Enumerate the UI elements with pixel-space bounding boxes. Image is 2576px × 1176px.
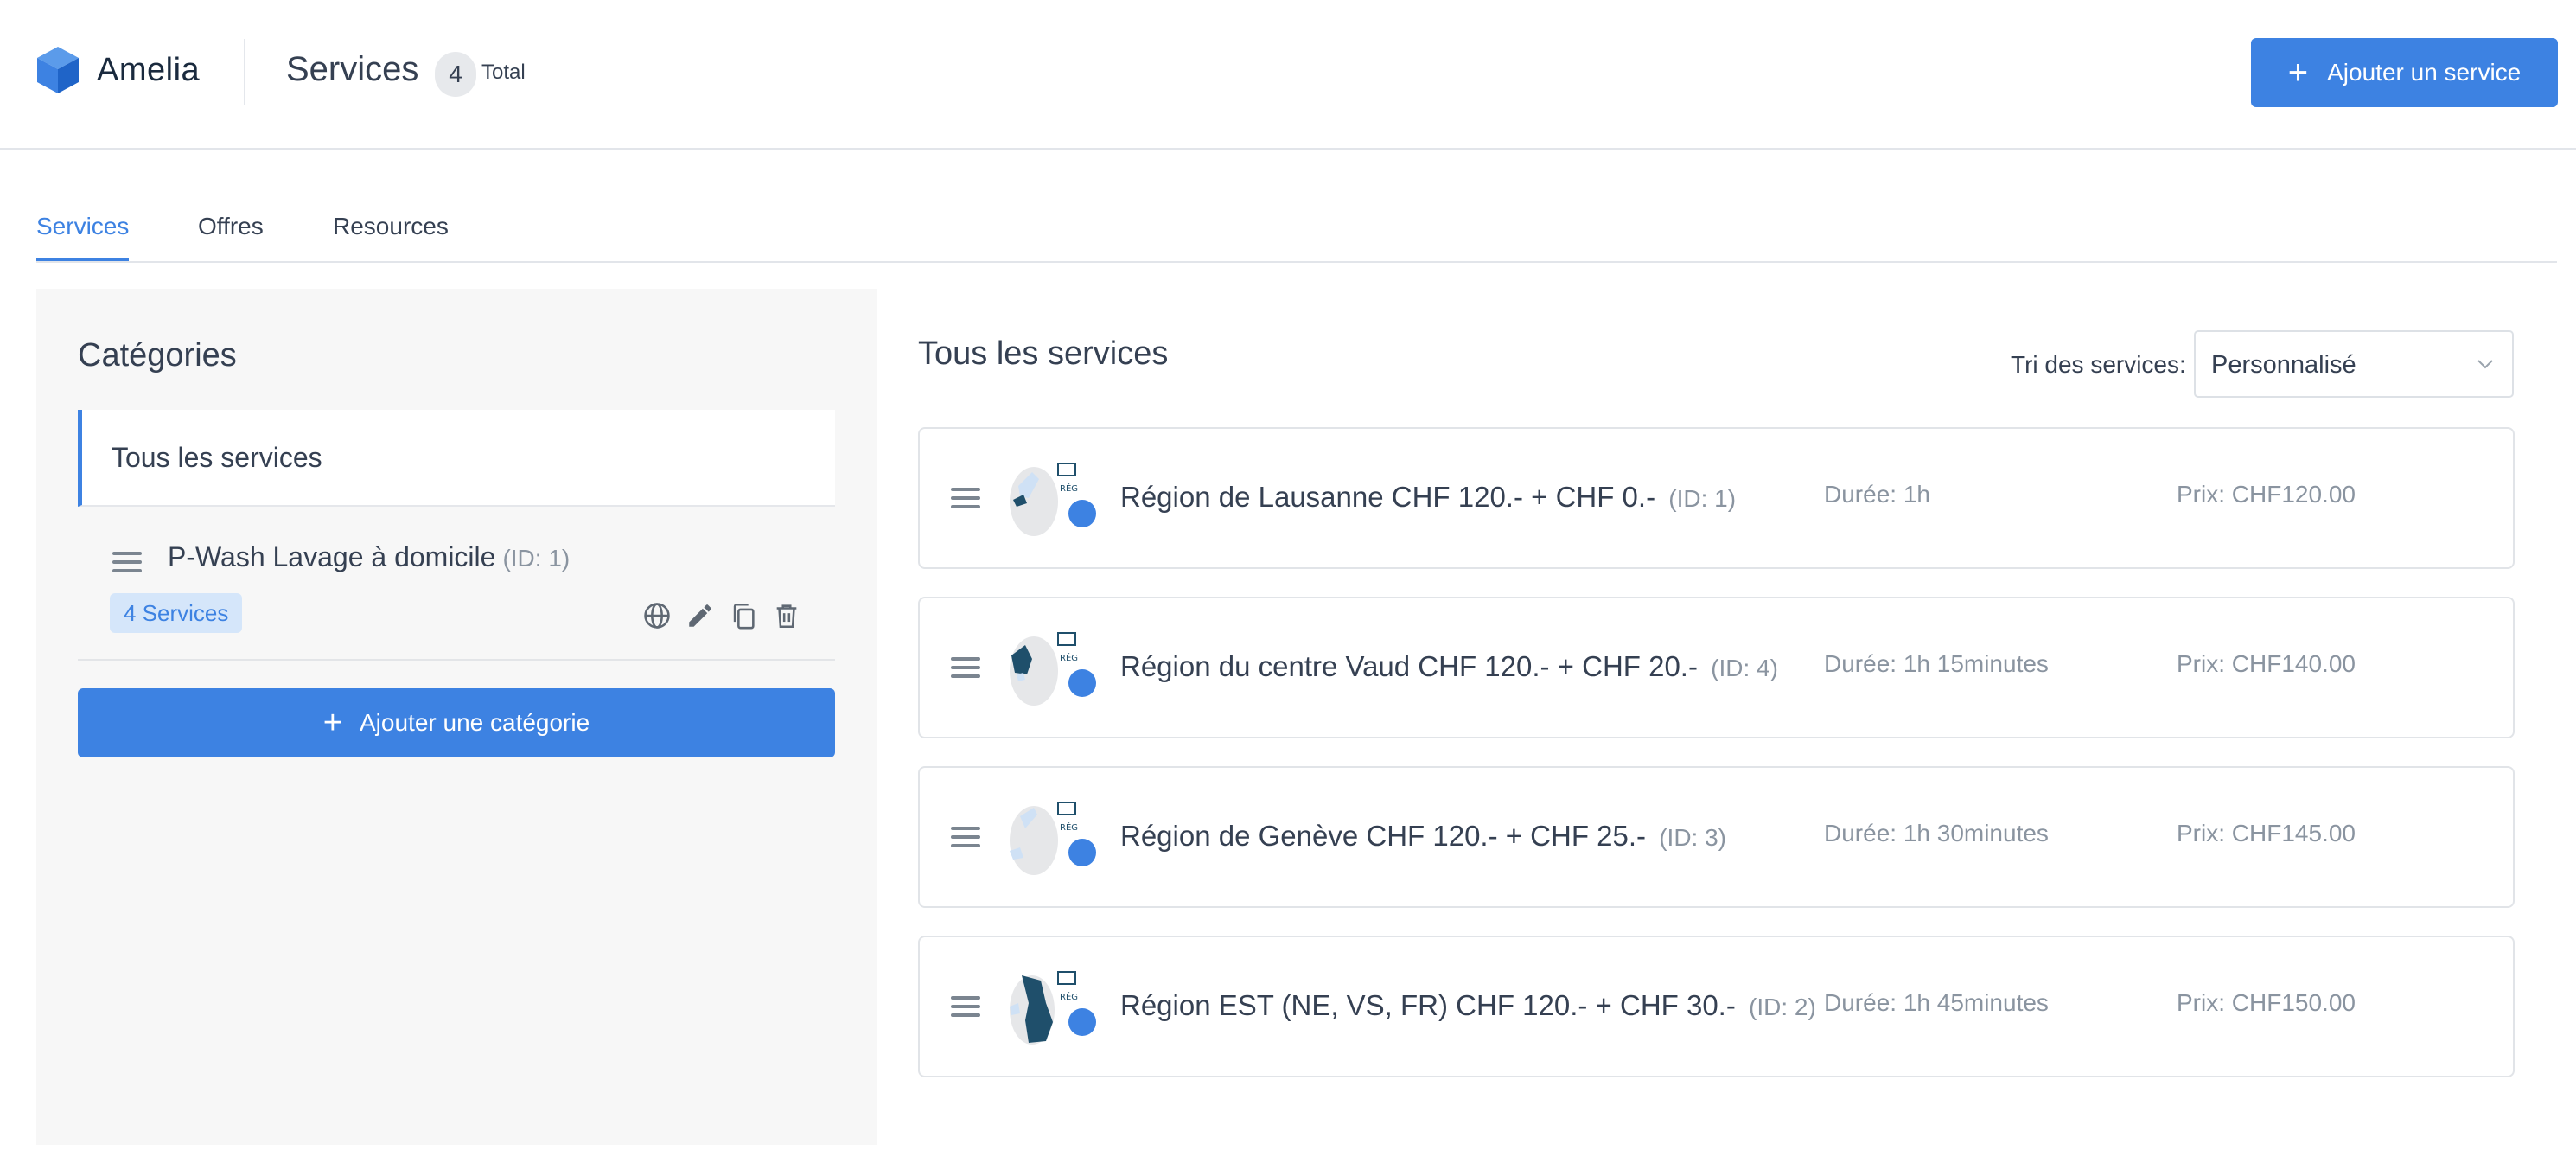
header-divider — [244, 39, 245, 105]
service-duration: Durée: 1h 15minutes — [1824, 650, 2049, 677]
service-name-text: Région du centre Vaud CHF 120.- + CHF 20… — [1120, 650, 1698, 682]
service-id: (ID: 3) — [1659, 824, 1726, 851]
category-actions — [641, 600, 802, 631]
total-label: Total — [481, 61, 526, 84]
category-all-label: Tous les services — [112, 442, 322, 473]
service-card[interactable]: RÉG Région de Lausanne CHF 120.- + CHF 0… — [918, 427, 2515, 569]
services-count-badge: 4 Services — [110, 593, 243, 633]
drag-handle-icon[interactable] — [112, 552, 142, 572]
category-item[interactable]: P-Wash Lavage à domicile (ID: 1) 4 Servic… — [78, 507, 835, 661]
service-thumbnail-image: RÉG — [1010, 632, 1096, 706]
svg-text:RÉG: RÉG — [1060, 652, 1078, 663]
add-category-label: Ajouter une catégorie — [360, 709, 590, 736]
category-name-text: P-Wash Lavage à domicile — [168, 541, 496, 572]
service-name-text: Région de Genève CHF 120.- + CHF 25.- — [1120, 820, 1647, 852]
service-name: Région de Lausanne CHF 120.- + CHF 0.- (… — [1120, 481, 1736, 514]
service-price: Prix: CHF145.00 — [2177, 820, 2356, 847]
tab-resources[interactable]: Resources — [333, 213, 449, 258]
page-title: Services — [286, 50, 419, 88]
delete-icon[interactable] — [771, 600, 802, 631]
tab-offres[interactable]: Offres — [198, 213, 264, 258]
service-duration: Durée: 1h 45minutes — [1824, 989, 2049, 1016]
drag-handle-icon[interactable] — [951, 488, 980, 508]
drag-handle-icon[interactable] — [951, 827, 980, 847]
edit-icon[interactable] — [685, 600, 716, 631]
service-thumbnail-image: RÉG — [1010, 463, 1096, 536]
service-name: Région EST (NE, VS, FR) CHF 120.- + CHF … — [1120, 989, 1816, 1022]
service-price: Prix: CHF140.00 — [2177, 650, 2356, 677]
sort-select[interactable]: Personnalisé — [2194, 330, 2514, 398]
add-category-button[interactable]: + Ajouter une catégorie — [78, 688, 835, 757]
service-name-text: Région de Lausanne CHF 120.- + CHF 0.- — [1120, 481, 1656, 513]
app-name: Amelia — [97, 51, 201, 88]
drag-handle-icon[interactable] — [951, 657, 980, 678]
service-name: Région de Genève CHF 120.- + CHF 25.- (I… — [1120, 820, 1726, 853]
sort-value: Personnalisé — [2211, 351, 2356, 379]
service-thumbnail-image: RÉG — [1010, 971, 1096, 1045]
categories-panel: Catégories Tous les services P-Wash Lava… — [36, 289, 877, 1145]
amelia-logo[interactable]: Amelia — [35, 45, 200, 95]
amelia-logo-icon — [37, 47, 79, 93]
svg-text:RÉG: RÉG — [1060, 821, 1078, 833]
service-duration: Durée: 1h 30minutes — [1824, 820, 2049, 847]
top-header: Amelia Services 4 Total + Ajouter un ser… — [0, 0, 2576, 150]
service-name: Région du centre Vaud CHF 120.- + CHF 20… — [1120, 650, 1778, 683]
service-name-text: Région EST (NE, VS, FR) CHF 120.- + CHF … — [1120, 989, 1736, 1021]
category-name: P-Wash Lavage à domicile (ID: 1) — [168, 541, 570, 573]
categories-title: Catégories — [78, 337, 237, 374]
sort-label: Tri des services: — [2011, 351, 2186, 378]
service-id: (ID: 1) — [1668, 485, 1737, 512]
service-price: Prix: CHF120.00 — [2177, 481, 2356, 508]
service-id: (ID: 4) — [1711, 655, 1778, 681]
drag-handle-icon[interactable] — [951, 996, 980, 1017]
globe-icon[interactable] — [641, 600, 673, 631]
chevron-down-icon — [2477, 360, 2493, 369]
add-service-label: Ajouter un service — [2327, 59, 2522, 86]
service-card[interactable]: RÉG Région du centre Vaud CHF 120.- + CH… — [918, 597, 2515, 738]
plus-icon: + — [2287, 54, 2309, 92]
tab-services[interactable]: Services — [36, 213, 130, 261]
add-service-button[interactable]: + Ajouter un service — [2251, 38, 2558, 107]
category-all-services[interactable]: Tous les services — [78, 410, 835, 507]
svg-text:RÉG: RÉG — [1060, 991, 1078, 1002]
total-count-badge: 4 — [435, 52, 476, 97]
service-price: Prix: CHF150.00 — [2177, 989, 2356, 1016]
plus-icon: + — [322, 705, 342, 741]
service-card[interactable]: RÉG Région EST (NE, VS, FR) CHF 120.- + … — [918, 936, 2515, 1077]
duplicate-icon[interactable] — [728, 600, 759, 631]
tab-bar: Services Offres Resources — [36, 204, 2557, 263]
service-duration: Durée: 1h — [1824, 481, 1930, 508]
service-id: (ID: 2) — [1749, 994, 1816, 1020]
svg-text:RÉG: RÉG — [1060, 483, 1078, 494]
service-thumbnail-image: RÉG — [1010, 802, 1096, 875]
service-card[interactable]: RÉG Région de Genève CHF 120.- + CHF 25.… — [918, 766, 2515, 908]
services-list-title: Tous les services — [918, 336, 1169, 372]
category-id: (ID: 1) — [502, 545, 571, 572]
